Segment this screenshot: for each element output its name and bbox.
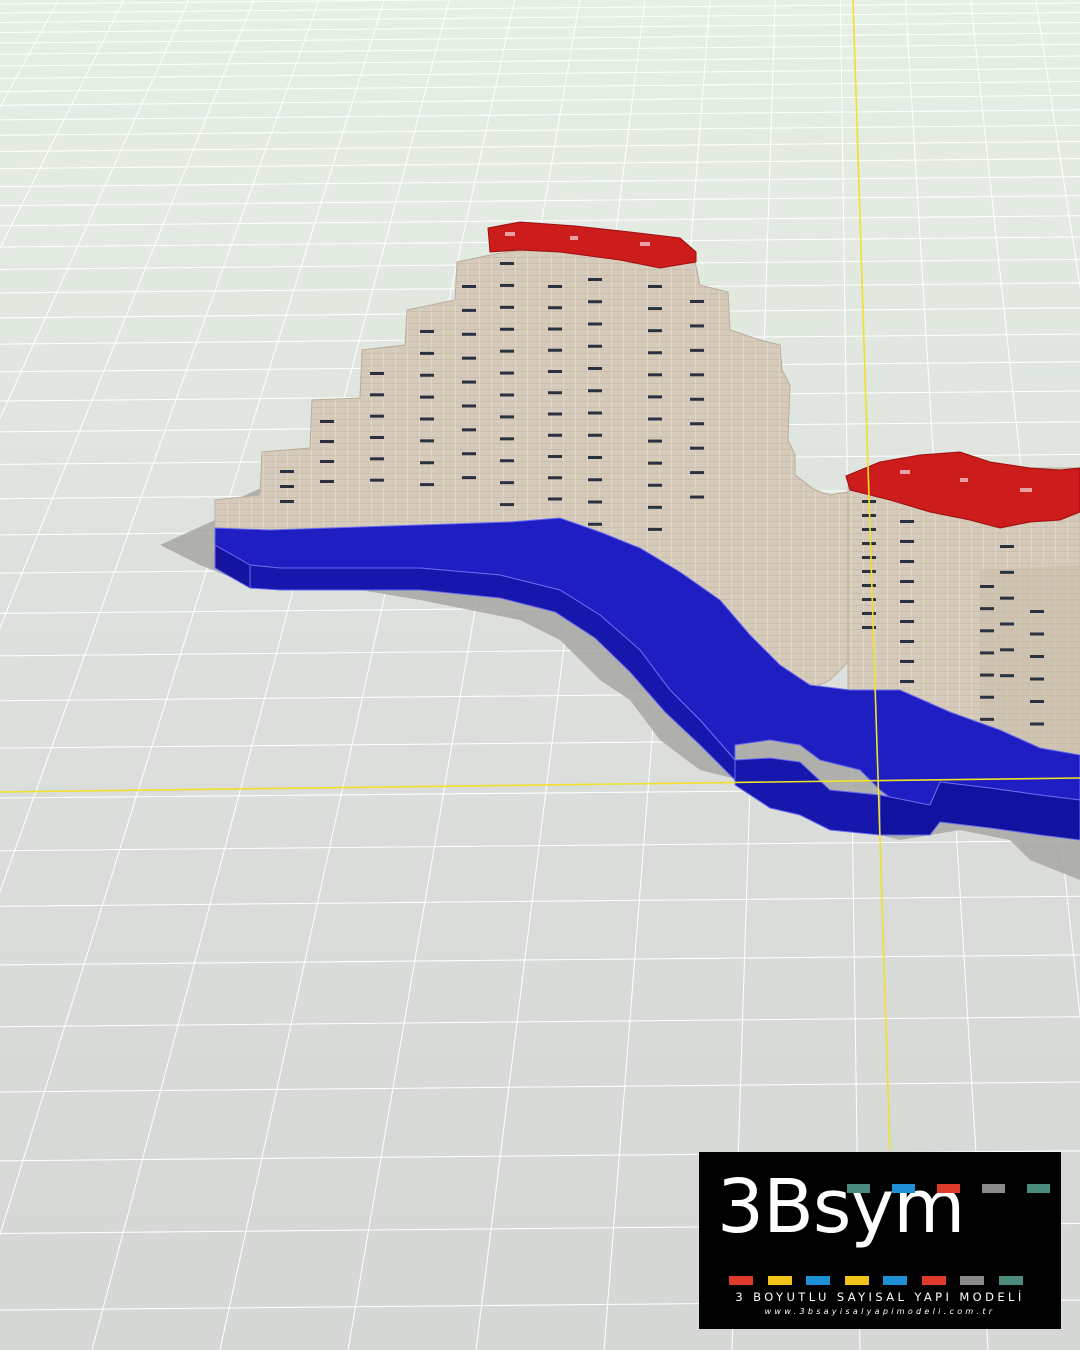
logo-square (982, 1184, 1005, 1193)
3d-viewport[interactable]: 3Bsym 3 BOYUTLU SAYISAL YAPI MODELİ www.… (0, 0, 1080, 1350)
logo-square (921, 1276, 946, 1285)
logo-square (883, 1276, 907, 1285)
logo-square (892, 1184, 915, 1193)
logo-square (729, 1276, 753, 1285)
logo-square (806, 1276, 830, 1285)
logo-wordmark: 3Bsym (717, 1164, 965, 1250)
logo-url: www.3bsayisalyapimodeli.com.tr (764, 1307, 996, 1316)
logo-square (844, 1276, 869, 1285)
logo-square (767, 1276, 792, 1285)
logo-square (1027, 1184, 1050, 1193)
logo-square (937, 1184, 960, 1193)
3bsym-logo: 3Bsym 3 BOYUTLU SAYISAL YAPI MODELİ www.… (699, 1152, 1061, 1329)
logo-tagline: 3 BOYUTLU SAYISAL YAPI MODELİ (735, 1290, 1025, 1304)
building-wall-right-shade (980, 565, 1080, 755)
3d-scene-canvas[interactable] (0, 0, 1080, 1350)
logo-square (960, 1276, 984, 1285)
logo-square (847, 1184, 870, 1193)
logo-square (998, 1276, 1023, 1285)
